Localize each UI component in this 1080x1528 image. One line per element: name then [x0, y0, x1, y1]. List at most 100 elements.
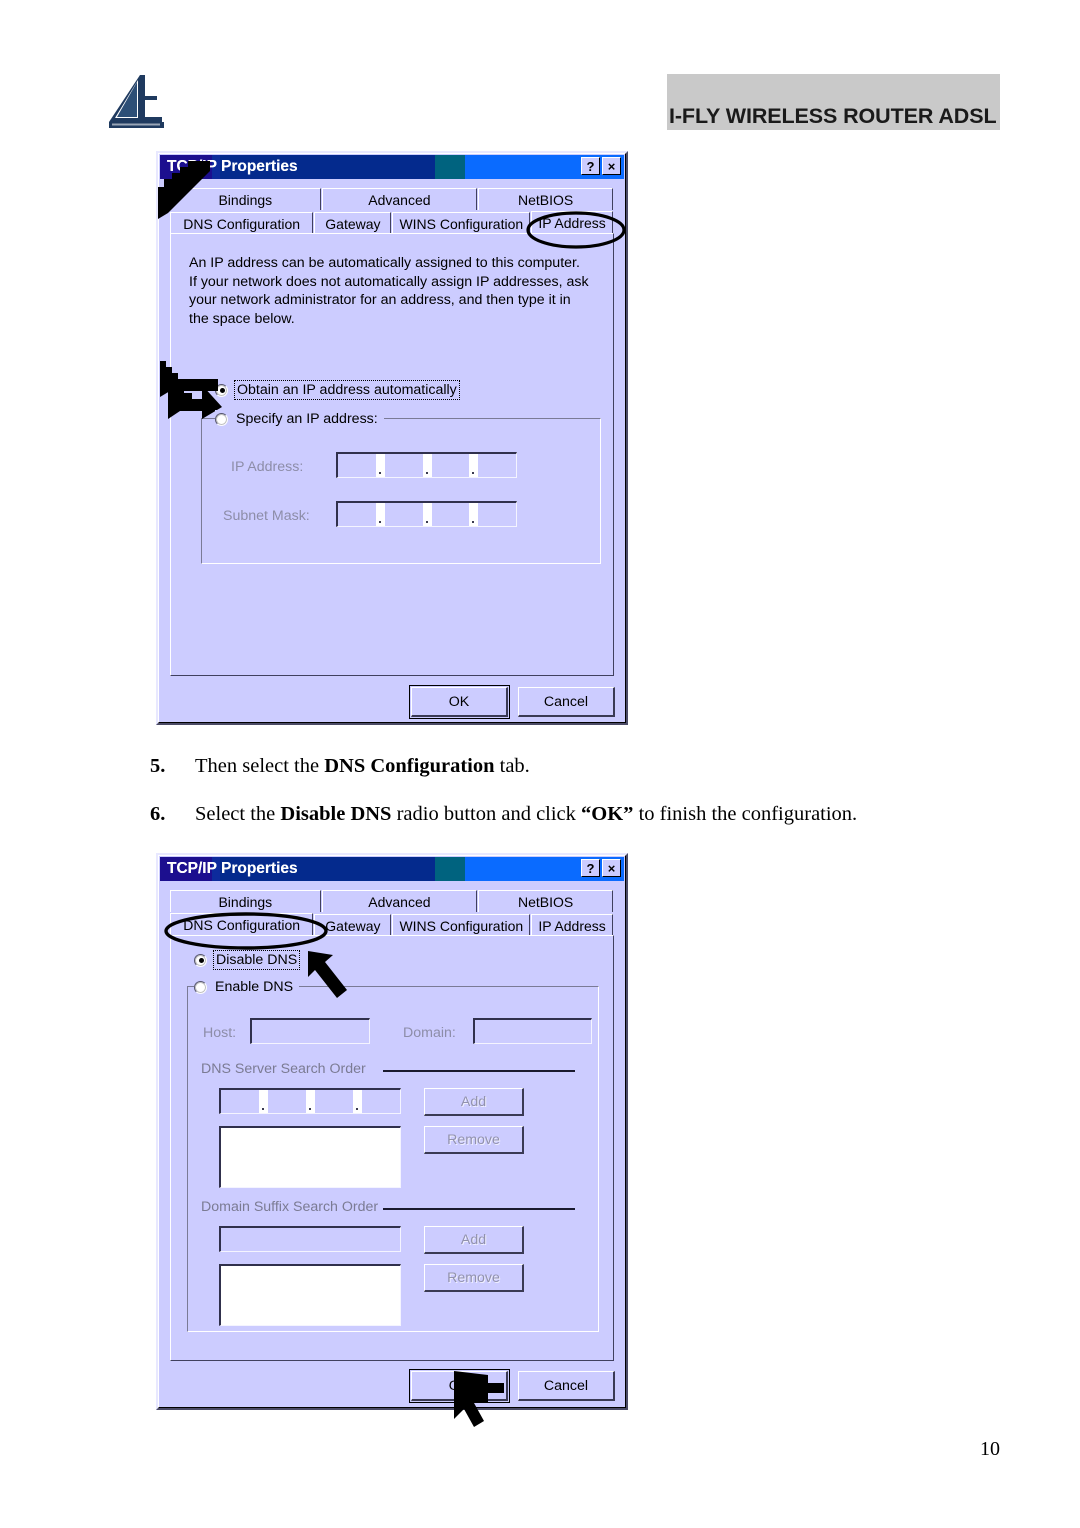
tab-advanced[interactable]: Advanced: [321, 188, 478, 210]
subnet-octet-2[interactable]: [385, 503, 423, 526]
domain-suffix-input[interactable]: [219, 1226, 401, 1252]
host-input[interactable]: [250, 1018, 370, 1044]
ip-octet-4[interactable]: [478, 454, 516, 477]
dns-octet-1[interactable]: [221, 1090, 259, 1113]
page-number: 10: [980, 1438, 1000, 1460]
suffix-add-button[interactable]: Add: [424, 1226, 524, 1254]
specify-ip-groupbox: [201, 418, 601, 564]
ok-button[interactable]: OK: [409, 1369, 510, 1403]
tab-netbios[interactable]: NetBIOS: [478, 188, 613, 210]
dns-server-search-order-legend: DNS Server Search Order: [197, 1061, 370, 1077]
suffix-order-rule: [383, 1208, 575, 1210]
radio-disable-indicator[interactable]: [194, 953, 207, 967]
titlebar2-buttons: ? ×: [581, 859, 621, 877]
ip-address-label: IP Address:: [231, 459, 304, 475]
tab-ip-address[interactable]: IP Address: [531, 211, 613, 234]
domain-label: Domain:: [403, 1025, 456, 1041]
dialog2-titlebar[interactable]: TCP/IP Properties ? ×: [160, 857, 624, 881]
host-label: Host:: [203, 1025, 237, 1041]
subnet-octet-3[interactable]: [432, 503, 470, 526]
tab-advanced[interactable]: Advanced: [321, 890, 478, 912]
tab-bindings[interactable]: Bindings: [170, 890, 321, 912]
step-6: 6. Select the Disable DNS radio button a…: [150, 801, 980, 827]
radio-disable-dns[interactable]: Disable DNS: [194, 950, 301, 970]
subnet-octet-1[interactable]: [338, 503, 376, 526]
radio-specify-indicator[interactable]: [215, 412, 228, 426]
tab-dns-configuration[interactable]: DNS Configuration: [170, 913, 314, 936]
tcpip-properties-dialog-dns: TCP/IP Properties ? × Bindings Advanced …: [156, 853, 628, 1427]
step-5-part-2: tab.: [494, 755, 530, 777]
tabstrip-row2: DNS Configuration Gateway WINS Configura…: [170, 211, 614, 234]
tab-wins-configuration[interactable]: WINS Configuration: [392, 212, 531, 234]
tab-ip-address[interactable]: IP Address: [531, 914, 613, 936]
help-icon[interactable]: ?: [581, 157, 600, 175]
ip-dot-2: [422, 454, 432, 477]
dialog2-title: TCP/IP Properties: [167, 860, 298, 877]
dns-order-rule: [383, 1070, 575, 1072]
tab-panel-dns-configuration: Disable DNS Enable DNS Host: Domain: DNS…: [170, 935, 614, 1361]
tab-netbios[interactable]: NetBIOS: [478, 890, 613, 912]
dns-dot-2: [306, 1090, 315, 1113]
tab-panel-ip-address: An IP address can be automatically assig…: [170, 233, 614, 676]
dns-dot-3: [353, 1090, 362, 1113]
step-6-number: 6.: [150, 803, 166, 825]
step-5-number: 5.: [150, 755, 166, 777]
close-icon[interactable]: ×: [602, 859, 621, 877]
radio-enable-indicator[interactable]: [194, 980, 207, 994]
ip-dot-3: [469, 454, 479, 477]
radio-specify-ip[interactable]: Specify an IP address:: [215, 410, 384, 428]
suffix-remove-button[interactable]: Remove: [424, 1264, 524, 1292]
step-6-text: Select the Disable DNS radio button and …: [195, 801, 980, 827]
step-5-part-1: DNS Configuration: [324, 755, 495, 777]
domain-suffix-search-order-legend: Domain Suffix Search Order: [197, 1199, 383, 1215]
ip-octet-3[interactable]: [432, 454, 470, 477]
dns-octet-3[interactable]: [315, 1090, 353, 1113]
step-6-part-1: Disable DNS: [280, 803, 392, 825]
dns-dot-1: [259, 1090, 268, 1113]
atlantis-land-logo: [109, 75, 164, 128]
radio-obtain-automatically[interactable]: Obtain an IP address automatically: [215, 380, 460, 400]
radio-obtain-label: Obtain an IP address automatically: [234, 380, 460, 400]
close-icon[interactable]: ×: [602, 157, 621, 175]
tabstrip-row1: Bindings Advanced NetBIOS: [170, 187, 614, 210]
step-5-text: Then select the DNS Configuration tab.: [195, 753, 950, 779]
radio-obtain-indicator[interactable]: [215, 383, 228, 397]
dialog-titlebar[interactable]: TCP/IP Properties ? ×: [160, 155, 624, 179]
tab-wins-configuration[interactable]: WINS Configuration: [392, 914, 531, 936]
step-6-part-2: radio button and click: [391, 803, 582, 825]
titlebar-buttons: ? ×: [581, 157, 621, 175]
domain-input[interactable]: [473, 1018, 592, 1044]
cancel-button[interactable]: Cancel: [518, 1371, 615, 1401]
ip-octet-2[interactable]: [385, 454, 423, 477]
ip-description-text: An IP address can be automatically assig…: [189, 255, 589, 327]
dns-server-ip-input[interactable]: [219, 1088, 401, 1114]
tab-gateway[interactable]: Gateway: [314, 914, 392, 936]
ok-button[interactable]: OK: [409, 685, 510, 719]
cancel-button[interactable]: Cancel: [518, 687, 615, 717]
step-6-part-4: to finish the configuration.: [633, 803, 858, 825]
tabstrip2-row2: DNS Configuration Gateway WINS Configura…: [170, 913, 614, 936]
ip-octet-1[interactable]: [338, 454, 376, 477]
tab-gateway[interactable]: Gateway: [314, 212, 392, 234]
radio-specify-label: Specify an IP address:: [236, 411, 378, 427]
subnet-mask-input[interactable]: [336, 501, 517, 527]
tcpip-properties-dialog-ip: TCP/IP Properties ? × Bindings Advanced …: [156, 151, 628, 725]
tab-bindings[interactable]: Bindings: [170, 188, 321, 210]
dns-add-button[interactable]: Add: [424, 1088, 524, 1116]
radio-enable-dns[interactable]: Enable DNS: [194, 978, 300, 996]
domain-suffix-list[interactable]: [219, 1264, 401, 1326]
dns-octet-4[interactable]: [362, 1090, 400, 1113]
tab-dns-configuration[interactable]: DNS Configuration: [170, 212, 314, 234]
tabstrip2-row1: Bindings Advanced NetBIOS: [170, 889, 614, 912]
step-6-part-0: Select the: [195, 803, 281, 825]
dns-octet-2[interactable]: [268, 1090, 306, 1113]
radio-disable-label: Disable DNS: [213, 950, 301, 970]
subnet-dot-2: [422, 503, 432, 526]
ip-address-input[interactable]: [336, 452, 517, 478]
dns-server-list[interactable]: [219, 1126, 401, 1188]
subnet-octet-4[interactable]: [478, 503, 516, 526]
step-5-part-0: Then select the: [195, 755, 325, 777]
help-icon[interactable]: ?: [581, 859, 600, 877]
radio-enable-label: Enable DNS: [215, 979, 294, 995]
dns-remove-button[interactable]: Remove: [424, 1126, 524, 1154]
